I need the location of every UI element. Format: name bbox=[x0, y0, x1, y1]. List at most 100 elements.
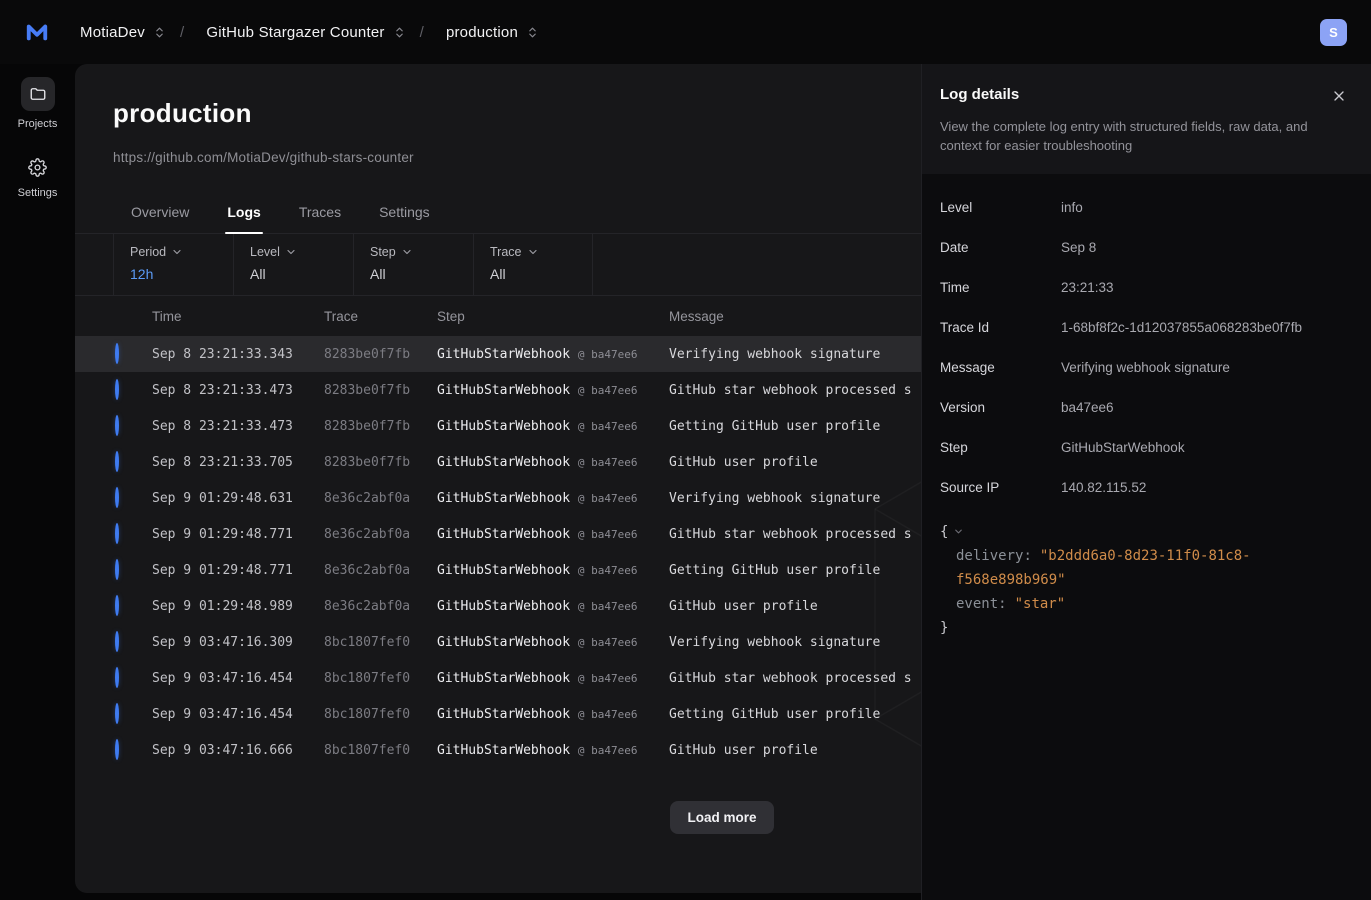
cell-time: Sep 8 23:21:33.473 bbox=[152, 383, 324, 398]
step-version: @ ba47ee6 bbox=[578, 600, 638, 613]
tab[interactable]: Settings bbox=[377, 194, 432, 233]
cell-step: GitHubStarWebhook @ ba47ee6 bbox=[437, 419, 669, 434]
cell-time: Sep 8 23:21:33.343 bbox=[152, 347, 324, 362]
cell-time: Sep 9 03:47:16.454 bbox=[152, 707, 324, 722]
filter-label: Step bbox=[370, 245, 396, 259]
sidebar-item-settings[interactable]: Settings bbox=[18, 154, 58, 199]
dot-cell bbox=[113, 453, 152, 471]
cell-step: GitHubStarWebhook @ ba47ee6 bbox=[437, 347, 669, 362]
detail-field-value: Verifying webhook signature bbox=[1061, 360, 1230, 375]
user-avatar[interactable]: S bbox=[1320, 19, 1347, 46]
dot-cell bbox=[113, 525, 152, 543]
breadcrumb-item[interactable]: MotiaDev bbox=[80, 24, 166, 41]
drawer-header: Log details View the complete log entry … bbox=[922, 64, 1371, 174]
close-icon[interactable] bbox=[1329, 86, 1349, 106]
log-level-dot-icon bbox=[115, 559, 119, 580]
filter-dropdown[interactable]: Step All bbox=[353, 234, 473, 295]
detail-field-row: Trace Id 1-68bf8f2c-1d12037855a068283be0… bbox=[940, 308, 1349, 348]
detail-fields: Level info Date Sep 8 Time 23:21:33 Trac… bbox=[922, 174, 1371, 508]
column-header-time: Time bbox=[152, 309, 324, 324]
load-more-button[interactable]: Load more bbox=[670, 801, 773, 834]
tab[interactable]: Traces bbox=[297, 194, 343, 233]
log-details-drawer: Log details View the complete log entry … bbox=[921, 64, 1371, 900]
drawer-subtitle: View the complete log entry with structu… bbox=[940, 118, 1332, 156]
log-level-dot-icon bbox=[115, 487, 119, 508]
sidebar-item-label: Settings bbox=[18, 187, 58, 199]
breadcrumb-label: GitHub Stargazer Counter bbox=[206, 24, 384, 41]
log-level-dot-icon bbox=[115, 631, 119, 652]
filter-dropdown[interactable]: Level All bbox=[233, 234, 353, 295]
column-header-step: Step bbox=[437, 309, 669, 324]
detail-field-row: Level info bbox=[940, 188, 1349, 228]
step-version: @ ba47ee6 bbox=[578, 492, 638, 505]
cell-step: GitHubStarWebhook @ ba47ee6 bbox=[437, 455, 669, 470]
chevron-down-icon bbox=[171, 246, 183, 258]
detail-field-label: Version bbox=[940, 400, 1061, 415]
step-name: GitHubStarWebhook bbox=[437, 491, 570, 506]
detail-field-row: Message Verifying webhook signature bbox=[940, 348, 1349, 388]
detail-field-row: Time 23:21:33 bbox=[940, 268, 1349, 308]
cell-trace: 8e36c2abf0a bbox=[324, 563, 437, 578]
cell-time: Sep 9 03:47:16.666 bbox=[152, 743, 324, 758]
cell-time: Sep 8 23:21:33.705 bbox=[152, 455, 324, 470]
step-version: @ ba47ee6 bbox=[578, 564, 638, 577]
json-viewer: { delivery"b2ddd6a0-8d23-11f0-81c8-f568e… bbox=[922, 508, 1371, 640]
json-string-value: "star" bbox=[1015, 596, 1066, 612]
sidebar-item-label: Projects bbox=[18, 118, 58, 130]
step-name: GitHubStarWebhook bbox=[437, 707, 570, 722]
json-key: delivery bbox=[956, 548, 1040, 564]
filter-value: 12h bbox=[130, 266, 233, 282]
cell-time: Sep 9 01:29:48.631 bbox=[152, 491, 324, 506]
detail-field-value: 23:21:33 bbox=[1061, 280, 1114, 295]
sidebar-item-projects[interactable]: Projects bbox=[18, 77, 58, 130]
chevron-down-icon bbox=[285, 246, 297, 258]
filter-label: Level bbox=[250, 245, 280, 259]
chevron-up-down-icon[interactable] bbox=[393, 26, 406, 39]
chevron-up-down-icon[interactable] bbox=[526, 26, 539, 39]
drawer-title: Log details bbox=[940, 86, 1019, 103]
detail-field-label: Trace Id bbox=[940, 320, 1061, 335]
cell-step: GitHubStarWebhook @ ba47ee6 bbox=[437, 635, 669, 650]
topbar: MotiaDev GitHub Stargazer Counter produc… bbox=[0, 0, 1371, 64]
breadcrumb-item[interactable]: GitHub Stargazer Counter bbox=[166, 24, 406, 41]
breadcrumb-label: MotiaDev bbox=[80, 24, 145, 41]
dot-cell bbox=[113, 417, 152, 435]
cell-time: Sep 9 03:47:16.309 bbox=[152, 635, 324, 650]
json-open-brace: { bbox=[940, 520, 948, 544]
cell-trace: 8bc1807fef0 bbox=[324, 671, 437, 686]
column-header-trace: Trace bbox=[324, 309, 437, 324]
dot-cell bbox=[113, 633, 152, 651]
detail-field-value: info bbox=[1061, 200, 1083, 215]
detail-field-label: Time bbox=[940, 280, 1061, 295]
tab[interactable]: Overview bbox=[129, 194, 191, 233]
json-entry: event"star" bbox=[940, 592, 1266, 616]
detail-field-value: Sep 8 bbox=[1061, 240, 1096, 255]
chevron-up-down-icon[interactable] bbox=[153, 26, 166, 39]
json-key: event bbox=[956, 596, 1015, 612]
step-name: GitHubStarWebhook bbox=[437, 635, 570, 650]
dot-cell bbox=[113, 345, 152, 363]
chevron-down-icon[interactable] bbox=[953, 526, 964, 537]
motia-logo-icon[interactable] bbox=[26, 21, 50, 43]
step-name: GitHubStarWebhook bbox=[437, 743, 570, 758]
detail-field-row: Step GitHubStarWebhook bbox=[940, 428, 1349, 468]
cell-step: GitHubStarWebhook @ ba47ee6 bbox=[437, 743, 669, 758]
step-version: @ ba47ee6 bbox=[578, 384, 638, 397]
dot-cell bbox=[113, 561, 152, 579]
dot-cell bbox=[113, 597, 152, 615]
filter-dropdown[interactable]: Trace All bbox=[473, 234, 593, 295]
breadcrumb-item[interactable]: production bbox=[406, 24, 539, 41]
chevron-down-icon bbox=[401, 246, 413, 258]
breadcrumb: MotiaDev GitHub Stargazer Counter produc… bbox=[80, 24, 539, 41]
breadcrumb-label: production bbox=[446, 24, 518, 41]
step-name: GitHubStarWebhook bbox=[437, 527, 570, 542]
filter-label: Period bbox=[130, 245, 166, 259]
cell-trace: 8e36c2abf0a bbox=[324, 491, 437, 506]
cell-trace: 8283be0f7fb bbox=[324, 419, 437, 434]
tab[interactable]: Logs bbox=[225, 194, 262, 233]
filter-value: All bbox=[490, 266, 592, 282]
step-name: GitHubStarWebhook bbox=[437, 419, 570, 434]
filter-value: All bbox=[370, 266, 473, 282]
filter-dropdown[interactable]: Period 12h bbox=[113, 234, 233, 295]
cell-time: Sep 8 23:21:33.473 bbox=[152, 419, 324, 434]
